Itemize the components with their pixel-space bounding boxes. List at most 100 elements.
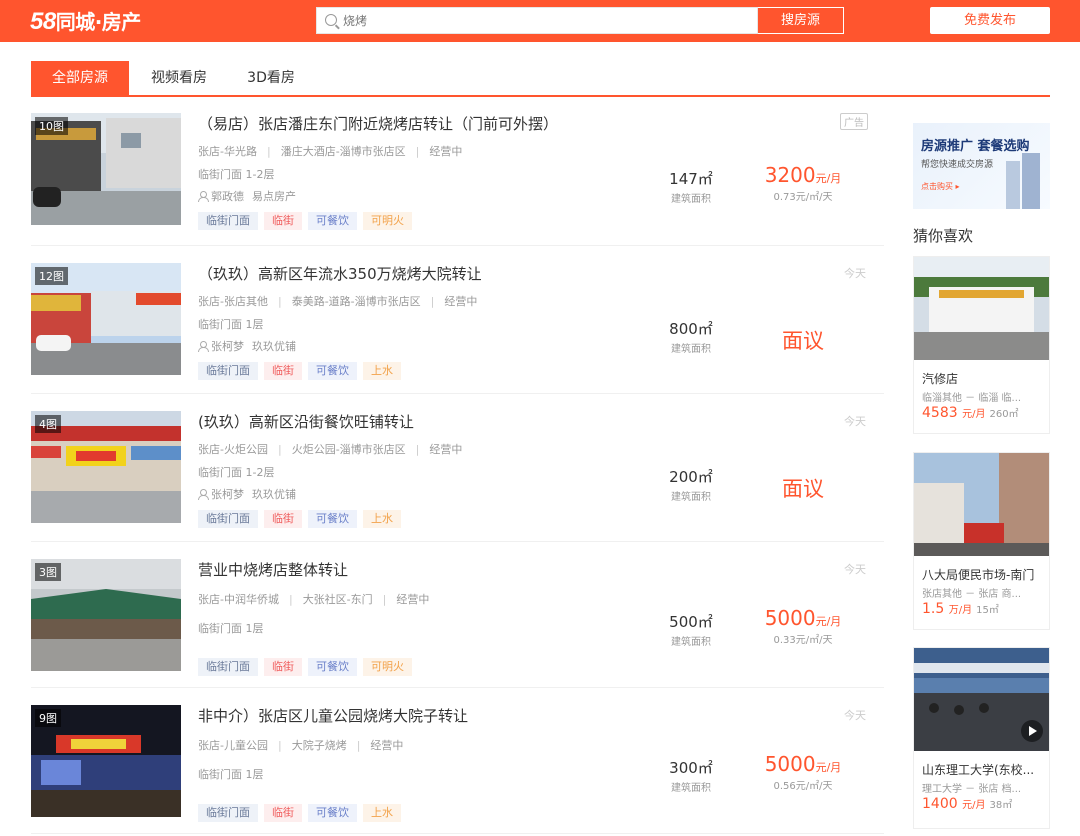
tab-all-listings[interactable]: 全部房源: [31, 61, 129, 95]
person-icon: [198, 489, 209, 500]
price-number: 3200: [764, 163, 816, 187]
tag: 可明火: [363, 212, 412, 230]
logo-text: 同城·房产: [55, 10, 142, 34]
agent-company: 玖玖优铺: [252, 340, 296, 353]
ad-label: 广告: [840, 113, 868, 130]
listing-type: 临街门面 1-2层: [198, 466, 275, 479]
photo-count-badge: 4图: [35, 415, 61, 433]
listing-area: 147㎡建筑面积: [651, 168, 731, 205]
recommend-card[interactable]: 汽修店 临淄其他 － 临淄 临... 4583 元/月 260㎡: [913, 256, 1050, 434]
area-value: 300㎡: [669, 759, 713, 777]
area-label: 建筑面积: [671, 637, 711, 648]
area-label: 建筑面积: [671, 492, 711, 503]
play-icon[interactable]: [1021, 720, 1043, 742]
promo-banner[interactable]: 房源推广 套餐选购 帮您快速成交房源 点击购买 ▸: [913, 123, 1050, 209]
listing-status: 经营中: [396, 593, 430, 606]
card-price-unit: 万/月: [948, 605, 973, 616]
tag: 可餐饮: [308, 658, 357, 676]
listing-district: 张店-华光路: [198, 145, 257, 158]
search-box: [316, 7, 758, 34]
card-location: 临淄其他 － 临淄 临...: [922, 393, 1022, 404]
publish-button[interactable]: 免费发布: [930, 7, 1050, 34]
listing-photo[interactable]: 9图: [31, 705, 181, 817]
listing-item[interactable]: 10图 （易店）张店潘庄东门附近烧烤店转让（门前可外摆） 张店-华光路 | 潘庄大酒…: [31, 113, 884, 246]
listing-agent: 张柯梦 玖玖优铺: [198, 338, 296, 354]
listing-tags: 临街门面 临街 可餐饮 上水: [198, 359, 407, 380]
listing-price: 5000元/月 0.33元/㎡/天: [743, 606, 863, 646]
listing-photo[interactable]: 10图: [31, 113, 181, 225]
listing-photo[interactable]: 12图: [31, 263, 181, 375]
site-logo[interactable]: 58同城·房产: [30, 6, 141, 36]
listing-location: 张店-儿童公园 | 大院子烧烤 | 经营中: [198, 737, 403, 753]
listing-status: 经营中: [370, 739, 404, 752]
card-price: 1.5 万/月 15㎡: [922, 601, 999, 617]
card-price-number: 1400: [922, 796, 958, 812]
card-photo-image: [914, 257, 1049, 360]
listing-item[interactable]: 4图 (玖玖）高新区沿街餐饮旺铺转让 张店-火炬公园 | 火炬公园-淄博市张店区 | 经…: [31, 411, 884, 542]
listing-price: 面议: [743, 325, 863, 355]
listing-tags: 临街门面 临街 可餐饮 上水: [198, 507, 407, 528]
promo-buy-link[interactable]: 点击购买 ▸: [921, 181, 960, 192]
tab-video-viewing[interactable]: 视频看房: [141, 61, 217, 95]
listing-price: 5000元/月 0.56元/㎡/天: [743, 752, 863, 792]
price-number: 面议: [782, 477, 824, 501]
listing-title[interactable]: 营业中烧烤店整体转让: [198, 559, 348, 580]
listing-title[interactable]: 非中介）张店区儿童公园烧烤大院子转让: [198, 705, 468, 726]
price-number: 5000: [764, 606, 816, 630]
listing-price: 3200元/月 0.73元/㎡/天: [743, 163, 863, 203]
separator: |: [277, 295, 282, 308]
listing-location: 张店-张店其他 | 泰美路-道路-淄博市张店区 | 经营中: [198, 293, 477, 309]
search-icon: [325, 14, 337, 26]
person-icon: [198, 191, 209, 202]
tag: 可餐饮: [308, 362, 357, 380]
recommend-card[interactable]: 八大局便民市场-南门 张店其他 － 张店 商... 1.5 万/月 15㎡: [913, 452, 1050, 630]
listing-status: 经营中: [444, 295, 478, 308]
card-price-number: 4583: [922, 405, 958, 421]
tag: 临街: [264, 212, 302, 230]
tag: 上水: [363, 804, 401, 822]
listing-photo[interactable]: 4图: [31, 411, 181, 523]
tag: 临街门面: [198, 510, 258, 528]
card-area: 15㎡: [976, 605, 999, 616]
separator: |: [277, 443, 282, 456]
listing-district: 张店-火炬公园: [198, 443, 268, 456]
listing-location: 张店-华光路 | 潘庄大酒店-淄博市张店区 | 经营中: [198, 143, 462, 159]
separator: |: [266, 145, 271, 158]
listing-date: 今天: [844, 563, 866, 576]
listing-area: 800㎡ 建筑面积: [651, 318, 731, 355]
separator: |: [382, 593, 387, 606]
listing-agent: 张柯梦 玖玖优铺: [198, 486, 296, 502]
card-price: 1400 元/月 38㎡: [922, 796, 1012, 812]
listing-item[interactable]: 12图 （玖玖）高新区年流水350万烧烤大院转让 张店-张店其他 | 泰美路-道路-…: [31, 263, 884, 394]
tab-3d-viewing[interactable]: 3D看房: [237, 61, 305, 95]
recommend-card[interactable]: 山东理工大学(东校... 理工大学 － 张店 档... 1400 元/月 38㎡: [913, 647, 1050, 829]
search-button[interactable]: 搜房源: [758, 7, 844, 34]
listing-item[interactable]: 3图 营业中烧烤店整体转让 张店-中润华侨城 | 大张社区-东门 | 经营中 临街门面 …: [31, 559, 884, 688]
area-value: 500㎡: [669, 613, 713, 631]
listing-item[interactable]: 9图 非中介）张店区儿童公园烧烤大院子转让 张店-儿童公园 | 大院子烧烤 | 经营中 …: [31, 705, 884, 834]
search-input[interactable]: [343, 8, 753, 33]
tag: 可餐饮: [308, 212, 357, 230]
listing-address: 泰美路-道路-淄博市张店区: [291, 295, 421, 308]
card-price-unit: 元/月: [962, 409, 986, 420]
tag: 临街: [264, 804, 302, 822]
listing-photo[interactable]: 3图: [31, 559, 181, 671]
listing-title[interactable]: （易店）张店潘庄东门附近烧烤店转让（门前可外摆）: [198, 113, 558, 134]
agent-name: 郭政德: [211, 190, 244, 203]
listing-title[interactable]: (玖玖）高新区沿街餐饮旺铺转让: [198, 411, 414, 432]
tag: 可餐饮: [308, 510, 357, 528]
listing-district: 张店-张店其他: [198, 295, 268, 308]
area-value: 147㎡: [669, 170, 713, 188]
area-label: 建筑面积: [671, 194, 711, 205]
card-location: 理工大学 － 张店 档...: [922, 784, 1022, 795]
photo-count-badge: 9图: [35, 709, 61, 727]
tag: 可餐饮: [308, 804, 357, 822]
price-number: 5000: [764, 752, 816, 776]
card-area: 260㎡: [989, 409, 1019, 420]
promo-subtitle: 帮您快速成交房源: [921, 160, 994, 170]
agent-name: 张柯梦: [211, 488, 244, 501]
listing-address: 大张社区-东门: [302, 593, 373, 606]
listing-title[interactable]: （玖玖）高新区年流水350万烧烤大院转让: [198, 263, 482, 284]
tag: 上水: [363, 362, 401, 380]
top-bar: 58同城·房产 搜房源 免费发布: [0, 0, 1080, 42]
